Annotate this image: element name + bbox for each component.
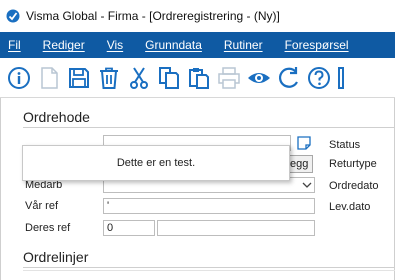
delete-button[interactable]: [96, 65, 122, 91]
more-button[interactable]: [336, 65, 362, 91]
info-button[interactable]: [6, 65, 32, 91]
menu-vis[interactable]: Vis: [107, 38, 123, 52]
toolbar: [0, 58, 395, 98]
returtype-label: Returtype: [329, 158, 377, 170]
preview-icon: [248, 72, 270, 83]
menu-bar: Fil Rediger Vis Grunndata Rutiner Foresp…: [0, 32, 395, 58]
print-button[interactable]: [216, 65, 242, 91]
ordredato-label: Ordredato: [329, 180, 379, 192]
help-icon: [308, 66, 330, 89]
status-label: Status: [329, 139, 361, 151]
menu-rediger[interactable]: Rediger: [43, 38, 85, 52]
deres-ref-name-input[interactable]: [157, 220, 315, 236]
info-icon: [8, 66, 30, 89]
menu-grunndata[interactable]: Grunndata: [145, 38, 202, 52]
copy-button[interactable]: [156, 65, 182, 91]
var-ref-label: Vår ref: [25, 200, 59, 212]
cut-icon: [130, 66, 148, 89]
lev-dato-label: Lev.dato: [329, 201, 371, 213]
ordrelinjer-title: Ordrelinjer: [23, 249, 89, 265]
delete-icon: [100, 67, 118, 89]
new-document-button[interactable]: [36, 65, 62, 91]
menu-fil[interactable]: Fil: [8, 38, 21, 52]
chevron-down-icon: [302, 182, 312, 188]
order-form: Ordrehode Status legg Returtype Medarb O…: [0, 98, 395, 280]
refresh-button[interactable]: [276, 65, 302, 91]
cut-button[interactable]: [126, 65, 152, 91]
save-icon: [69, 67, 89, 88]
var-ref-input[interactable]: ': [103, 198, 315, 214]
paste-button[interactable]: [186, 65, 212, 91]
ordrehode-divider: [23, 127, 394, 128]
preview-button[interactable]: [246, 65, 272, 91]
copy-icon: [159, 66, 179, 89]
ordrelinjer-divider: [23, 267, 394, 268]
ordrehode-title: Ordrehode: [23, 109, 90, 125]
deres-ref-label: Deres ref: [25, 222, 71, 234]
help-button[interactable]: [306, 65, 332, 91]
save-button[interactable]: [66, 65, 92, 91]
note-icon[interactable]: [297, 136, 311, 150]
visma-app-icon: [6, 9, 20, 23]
paste-icon: [189, 67, 209, 89]
partial-tool-icon: [338, 66, 344, 89]
print-icon: [218, 66, 240, 89]
tooltip-text: Dette er en test.: [116, 157, 196, 169]
new-document-icon: [41, 66, 58, 89]
deres-ref-number-input[interactable]: 0: [103, 220, 155, 236]
title-bar: Visma Global - Firma - [Ordreregistrerin…: [0, 0, 395, 32]
menu-rutiner[interactable]: Rutiner: [224, 38, 263, 52]
refresh-icon: [278, 66, 298, 88]
tooltip: Dette er en test.: [22, 145, 290, 181]
menu-foresporsel[interactable]: Forespørsel: [285, 38, 349, 52]
order-lines-grid[interactable]: [23, 270, 395, 280]
window-title: Visma Global - Firma - [Ordreregistrerin…: [26, 9, 280, 23]
